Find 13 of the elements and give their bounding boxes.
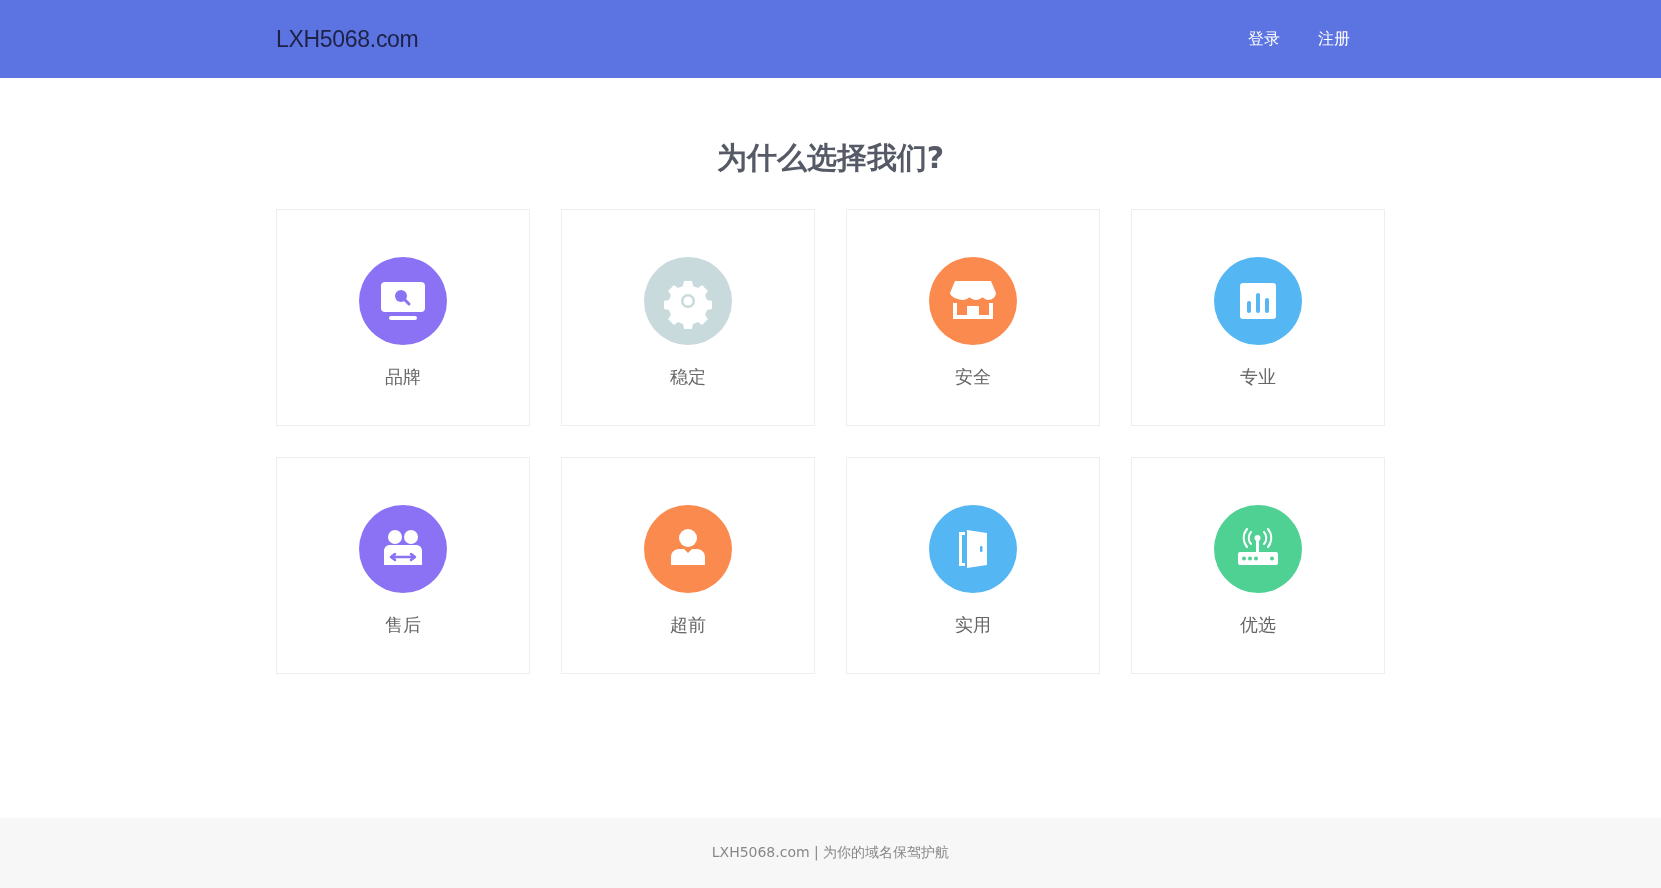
nav-link[interactable]: 注册 — [1318, 28, 1350, 50]
footer-text: LXH5068.com | 为你的域名保驾护航 — [711, 844, 950, 862]
nav-link[interactable]: 登录 — [1248, 28, 1280, 50]
feature-label: 安全 — [954, 365, 991, 389]
feature-label: 专业 — [1239, 365, 1276, 389]
feature-label: 品牌 — [384, 365, 421, 389]
feature-label: 稳定 — [669, 365, 706, 389]
site-logo[interactable]: LXH5068.com — [276, 25, 419, 53]
feature-label: 售后 — [384, 613, 421, 637]
feature-label: 实用 — [954, 613, 991, 637]
section-title: 为什么选择我们? — [716, 139, 945, 177]
feature-label: 优选 — [1239, 613, 1276, 637]
feature-label: 超前 — [669, 613, 706, 637]
